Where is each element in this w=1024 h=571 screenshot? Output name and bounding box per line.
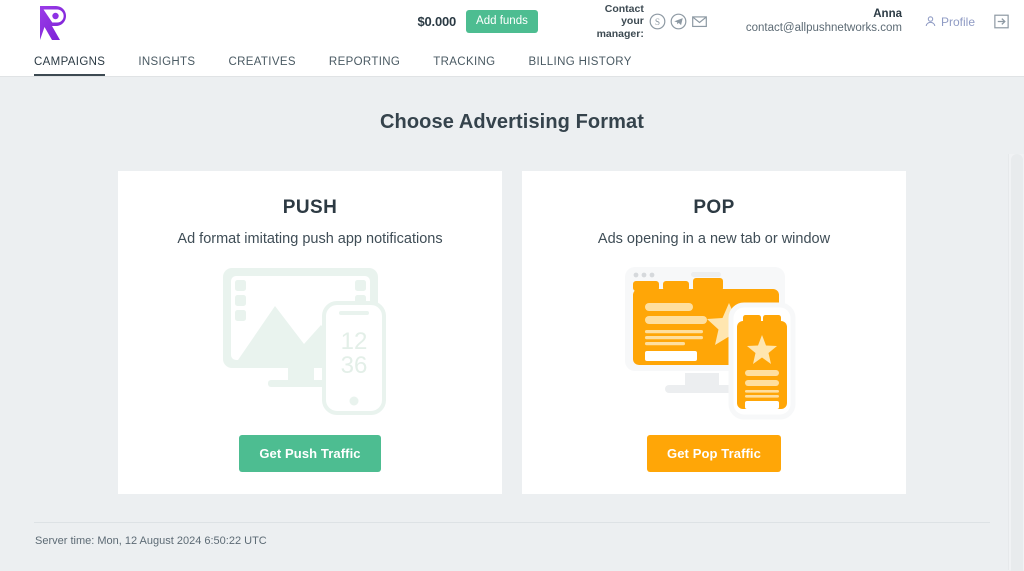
contact-manager-block: Contact your manager: S <box>582 3 708 40</box>
get-push-traffic-button[interactable]: Get Push Traffic <box>239 435 381 472</box>
push-format-card[interactable]: PUSH Ad format imitating push app notifi… <box>118 171 502 494</box>
push-illustration: 12 36 <box>118 247 502 435</box>
header-right-group: $0.000 Add funds Contact your manager: S <box>417 3 1014 40</box>
telegram-icon[interactable] <box>670 13 687 30</box>
pop-illustration <box>522 247 906 435</box>
contact-icons-group: S <box>649 13 708 30</box>
app-header: $0.000 Add funds Contact your manager: S <box>0 0 1024 77</box>
nav-item-insights[interactable]: INSIGHTS <box>138 56 195 76</box>
logout-icon[interactable] <box>993 13 1010 30</box>
add-funds-button[interactable]: Add funds <box>466 9 538 34</box>
email-icon[interactable] <box>691 13 708 30</box>
user-name: Anna <box>873 8 902 21</box>
nav-item-billing-history[interactable]: BILLING HISTORY <box>528 56 631 76</box>
nav-item-creatives[interactable]: CREATIVES <box>228 56 295 76</box>
pop-illustration-icon <box>625 267 796 420</box>
page-title: Choose Advertising Format <box>379 111 644 133</box>
page-footer: Server time: Mon, 12 August 2024 6:50:22… <box>0 522 1024 570</box>
svg-text:S: S <box>655 18 660 28</box>
server-time-label: Server time: Mon, 12 August 2024 6:50:22… <box>35 535 267 547</box>
push-phone-time-top: 12 <box>340 328 367 355</box>
push-phone-time-bottom: 36 <box>340 352 367 379</box>
user-info-block: Anna contact@allpushnetworks.com <box>746 8 902 34</box>
rocket-r-logo-icon <box>40 5 66 40</box>
skype-icon[interactable]: S <box>649 13 666 30</box>
main-content: Choose Advertising Format PUSH Ad format… <box>0 77 1024 571</box>
get-pop-traffic-button[interactable]: Get Pop Traffic <box>647 435 781 472</box>
contact-manager-label: Contact your manager: <box>582 3 644 39</box>
nav-item-reporting[interactable]: REPORTING <box>329 56 400 76</box>
profile-link[interactable]: Profile <box>924 15 975 29</box>
pop-format-card[interactable]: POP Ads opening in a new tab or window G… <box>522 171 906 494</box>
main-navigation: CAMPAIGNS INSIGHTS CREATIVES REPORTING T… <box>0 43 1024 76</box>
header-top-bar: $0.000 Add funds Contact your manager: S <box>0 0 1024 43</box>
contact-label-line2: manager: <box>596 27 644 40</box>
scrollbar-thumb[interactable] <box>1011 154 1023 571</box>
profile-link-label: Profile <box>940 14 975 29</box>
push-illustration-icon: 12 36 <box>222 268 386 415</box>
pop-card-title: POP <box>693 197 735 218</box>
nav-item-campaigns[interactable]: CAMPAIGNS <box>34 56 106 76</box>
push-card-subtitle: Ad format imitating push app notificatio… <box>177 231 443 247</box>
pop-card-subtitle: Ads opening in a new tab or window <box>597 231 831 247</box>
format-cards-container: PUSH Ad format imitating push app notifi… <box>0 171 1024 494</box>
push-card-title: PUSH <box>282 197 338 218</box>
contact-label-line1: Contact your <box>604 3 644 28</box>
user-icon <box>925 16 936 27</box>
nav-item-tracking[interactable]: TRACKING <box>433 56 495 76</box>
user-email: contact@allpushnetworks.com <box>745 22 902 34</box>
account-balance: $0.000 <box>417 14 457 29</box>
rocket-r-logo[interactable] <box>34 2 72 42</box>
vertical-scrollbar[interactable] <box>1008 154 1024 571</box>
